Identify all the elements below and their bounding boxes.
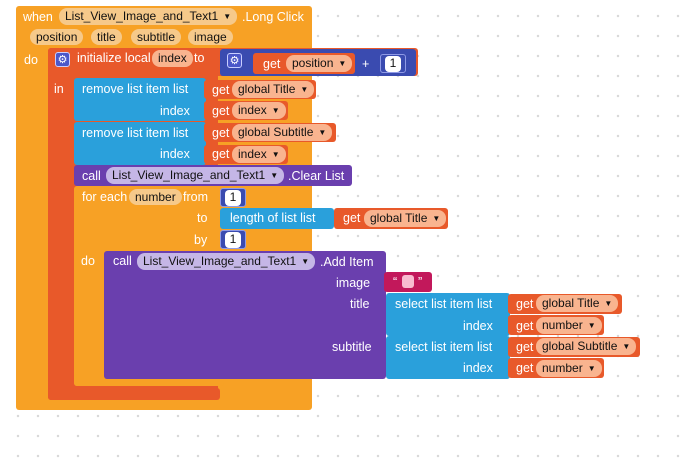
additem-component-dropdown[interactable]: List_View_Image_and_Text1 ▼ xyxy=(137,253,316,270)
global-title-name: global Title xyxy=(370,211,428,225)
event-do-label: do xyxy=(24,53,38,67)
number-dropdown[interactable]: number ▼ xyxy=(536,360,602,377)
get-label: get xyxy=(212,83,230,97)
get-label: get xyxy=(343,211,361,225)
from-label: from xyxy=(183,190,208,204)
quote-close: ” xyxy=(418,275,423,289)
event-name-label: .Long Click xyxy=(242,10,304,24)
get-label: get xyxy=(516,340,534,354)
when-label: when xyxy=(23,10,53,24)
select-index-label: index xyxy=(463,361,493,375)
get-label: get xyxy=(516,297,534,311)
clear-component-dropdown[interactable]: List_View_Image_and_Text1 ▼ xyxy=(106,167,285,184)
call-label: call xyxy=(82,169,101,183)
global-title-dropdown[interactable]: global Title ▼ xyxy=(536,295,619,312)
index-name: index xyxy=(238,147,267,161)
index-dropdown[interactable]: index ▼ xyxy=(232,146,286,163)
select-list-item-label: select list item list xyxy=(395,340,493,354)
remove-index-label: index xyxy=(160,147,190,161)
gear-icon[interactable]: ⚙ xyxy=(55,52,70,67)
global-subtitle-name: global Subtitle xyxy=(238,125,314,139)
chevron-down-icon: ▼ xyxy=(271,106,280,115)
length-of-list-label: length of list list xyxy=(230,211,316,225)
add-item-call-block[interactable] xyxy=(104,251,386,379)
position-dropdown[interactable]: position ▼ xyxy=(286,55,353,72)
chevron-down-icon: ▼ xyxy=(338,59,347,68)
add-item-method: .Add Item xyxy=(320,255,374,269)
init-in-label: in xyxy=(54,82,64,96)
to-label: to xyxy=(197,211,208,225)
subtitle-label: subtitle xyxy=(332,340,372,354)
get-label: get xyxy=(516,319,534,333)
number-name: number xyxy=(542,318,583,332)
global-title-dropdown[interactable]: global Title ▼ xyxy=(232,81,315,98)
get-label: get xyxy=(516,361,534,375)
global-subtitle-name: global Subtitle xyxy=(542,339,618,353)
position-name: position xyxy=(292,56,334,70)
select-list-item-label: select list item list xyxy=(395,297,493,311)
number-name: number xyxy=(542,361,583,375)
remove-index-label: index xyxy=(160,104,190,118)
chevron-down-icon: ▼ xyxy=(300,85,309,94)
global-title-name: global Title xyxy=(238,82,296,96)
index-dropdown[interactable]: index ▼ xyxy=(232,102,286,119)
number-value[interactable]: 1 xyxy=(385,56,401,72)
get-label: get xyxy=(212,104,230,118)
from-number-value[interactable]: 1 xyxy=(225,190,241,206)
gear-icon[interactable]: ⚙ xyxy=(227,53,242,68)
param-position[interactable]: position xyxy=(30,29,84,45)
index-name: index xyxy=(238,103,267,117)
image-label: image xyxy=(336,276,371,290)
chevron-down-icon: ▼ xyxy=(587,364,596,373)
init-to-label: to xyxy=(194,51,205,65)
number-dropdown[interactable]: number ▼ xyxy=(536,317,602,334)
initialize-local-label: initialize local xyxy=(77,51,151,65)
select-index-label: index xyxy=(463,319,493,333)
plus-operator: + xyxy=(362,57,370,71)
remove-list-item-label: remove list item list xyxy=(82,82,189,96)
param-title[interactable]: title xyxy=(91,29,122,45)
get-label: get xyxy=(263,57,281,71)
global-title-name: global Title xyxy=(542,296,600,310)
by-label: by xyxy=(194,233,208,247)
get-label: get xyxy=(212,147,230,161)
remove-list-item-label: remove list item list xyxy=(82,126,189,140)
local-var-name[interactable]: index xyxy=(152,50,193,67)
quote-open: “ xyxy=(393,275,398,289)
global-title-dropdown[interactable]: global Title ▼ xyxy=(364,210,447,227)
empty-text-field[interactable] xyxy=(402,275,414,288)
get-label: get xyxy=(212,126,230,140)
param-image[interactable]: image xyxy=(188,29,233,45)
chevron-down-icon: ▼ xyxy=(318,128,327,137)
clear-list-method: .Clear List xyxy=(288,169,345,183)
additem-component-name: List_View_Image_and_Text1 xyxy=(143,254,297,268)
global-subtitle-dropdown[interactable]: global Subtitle ▼ xyxy=(232,124,333,141)
chevron-down-icon: ▼ xyxy=(432,214,441,223)
chevron-down-icon: ▼ xyxy=(301,257,310,266)
chevron-down-icon: ▼ xyxy=(587,321,596,330)
global-subtitle-dropdown[interactable]: global Subtitle ▼ xyxy=(536,338,637,355)
chevron-down-icon: ▼ xyxy=(271,150,280,159)
chevron-down-icon: ▼ xyxy=(604,299,613,308)
param-subtitle[interactable]: subtitle xyxy=(131,29,182,45)
by-number-value[interactable]: 1 xyxy=(225,232,241,248)
event-component-name: List_View_Image_and_Text1 xyxy=(65,9,219,23)
loop-do-label: do xyxy=(81,254,95,268)
event-component-dropdown[interactable]: List_View_Image_and_Text1 ▼ xyxy=(59,8,238,25)
call-label: call xyxy=(113,254,132,268)
for-each-label: for each xyxy=(82,190,128,204)
loop-var-number[interactable]: number xyxy=(129,189,182,205)
title-label: title xyxy=(350,297,370,311)
chevron-down-icon: ▼ xyxy=(622,342,631,351)
chevron-down-icon: ▼ xyxy=(270,171,279,180)
initialize-local-footer xyxy=(48,388,220,400)
chevron-down-icon: ▼ xyxy=(223,12,232,21)
clear-component-name: List_View_Image_and_Text1 xyxy=(112,168,266,182)
